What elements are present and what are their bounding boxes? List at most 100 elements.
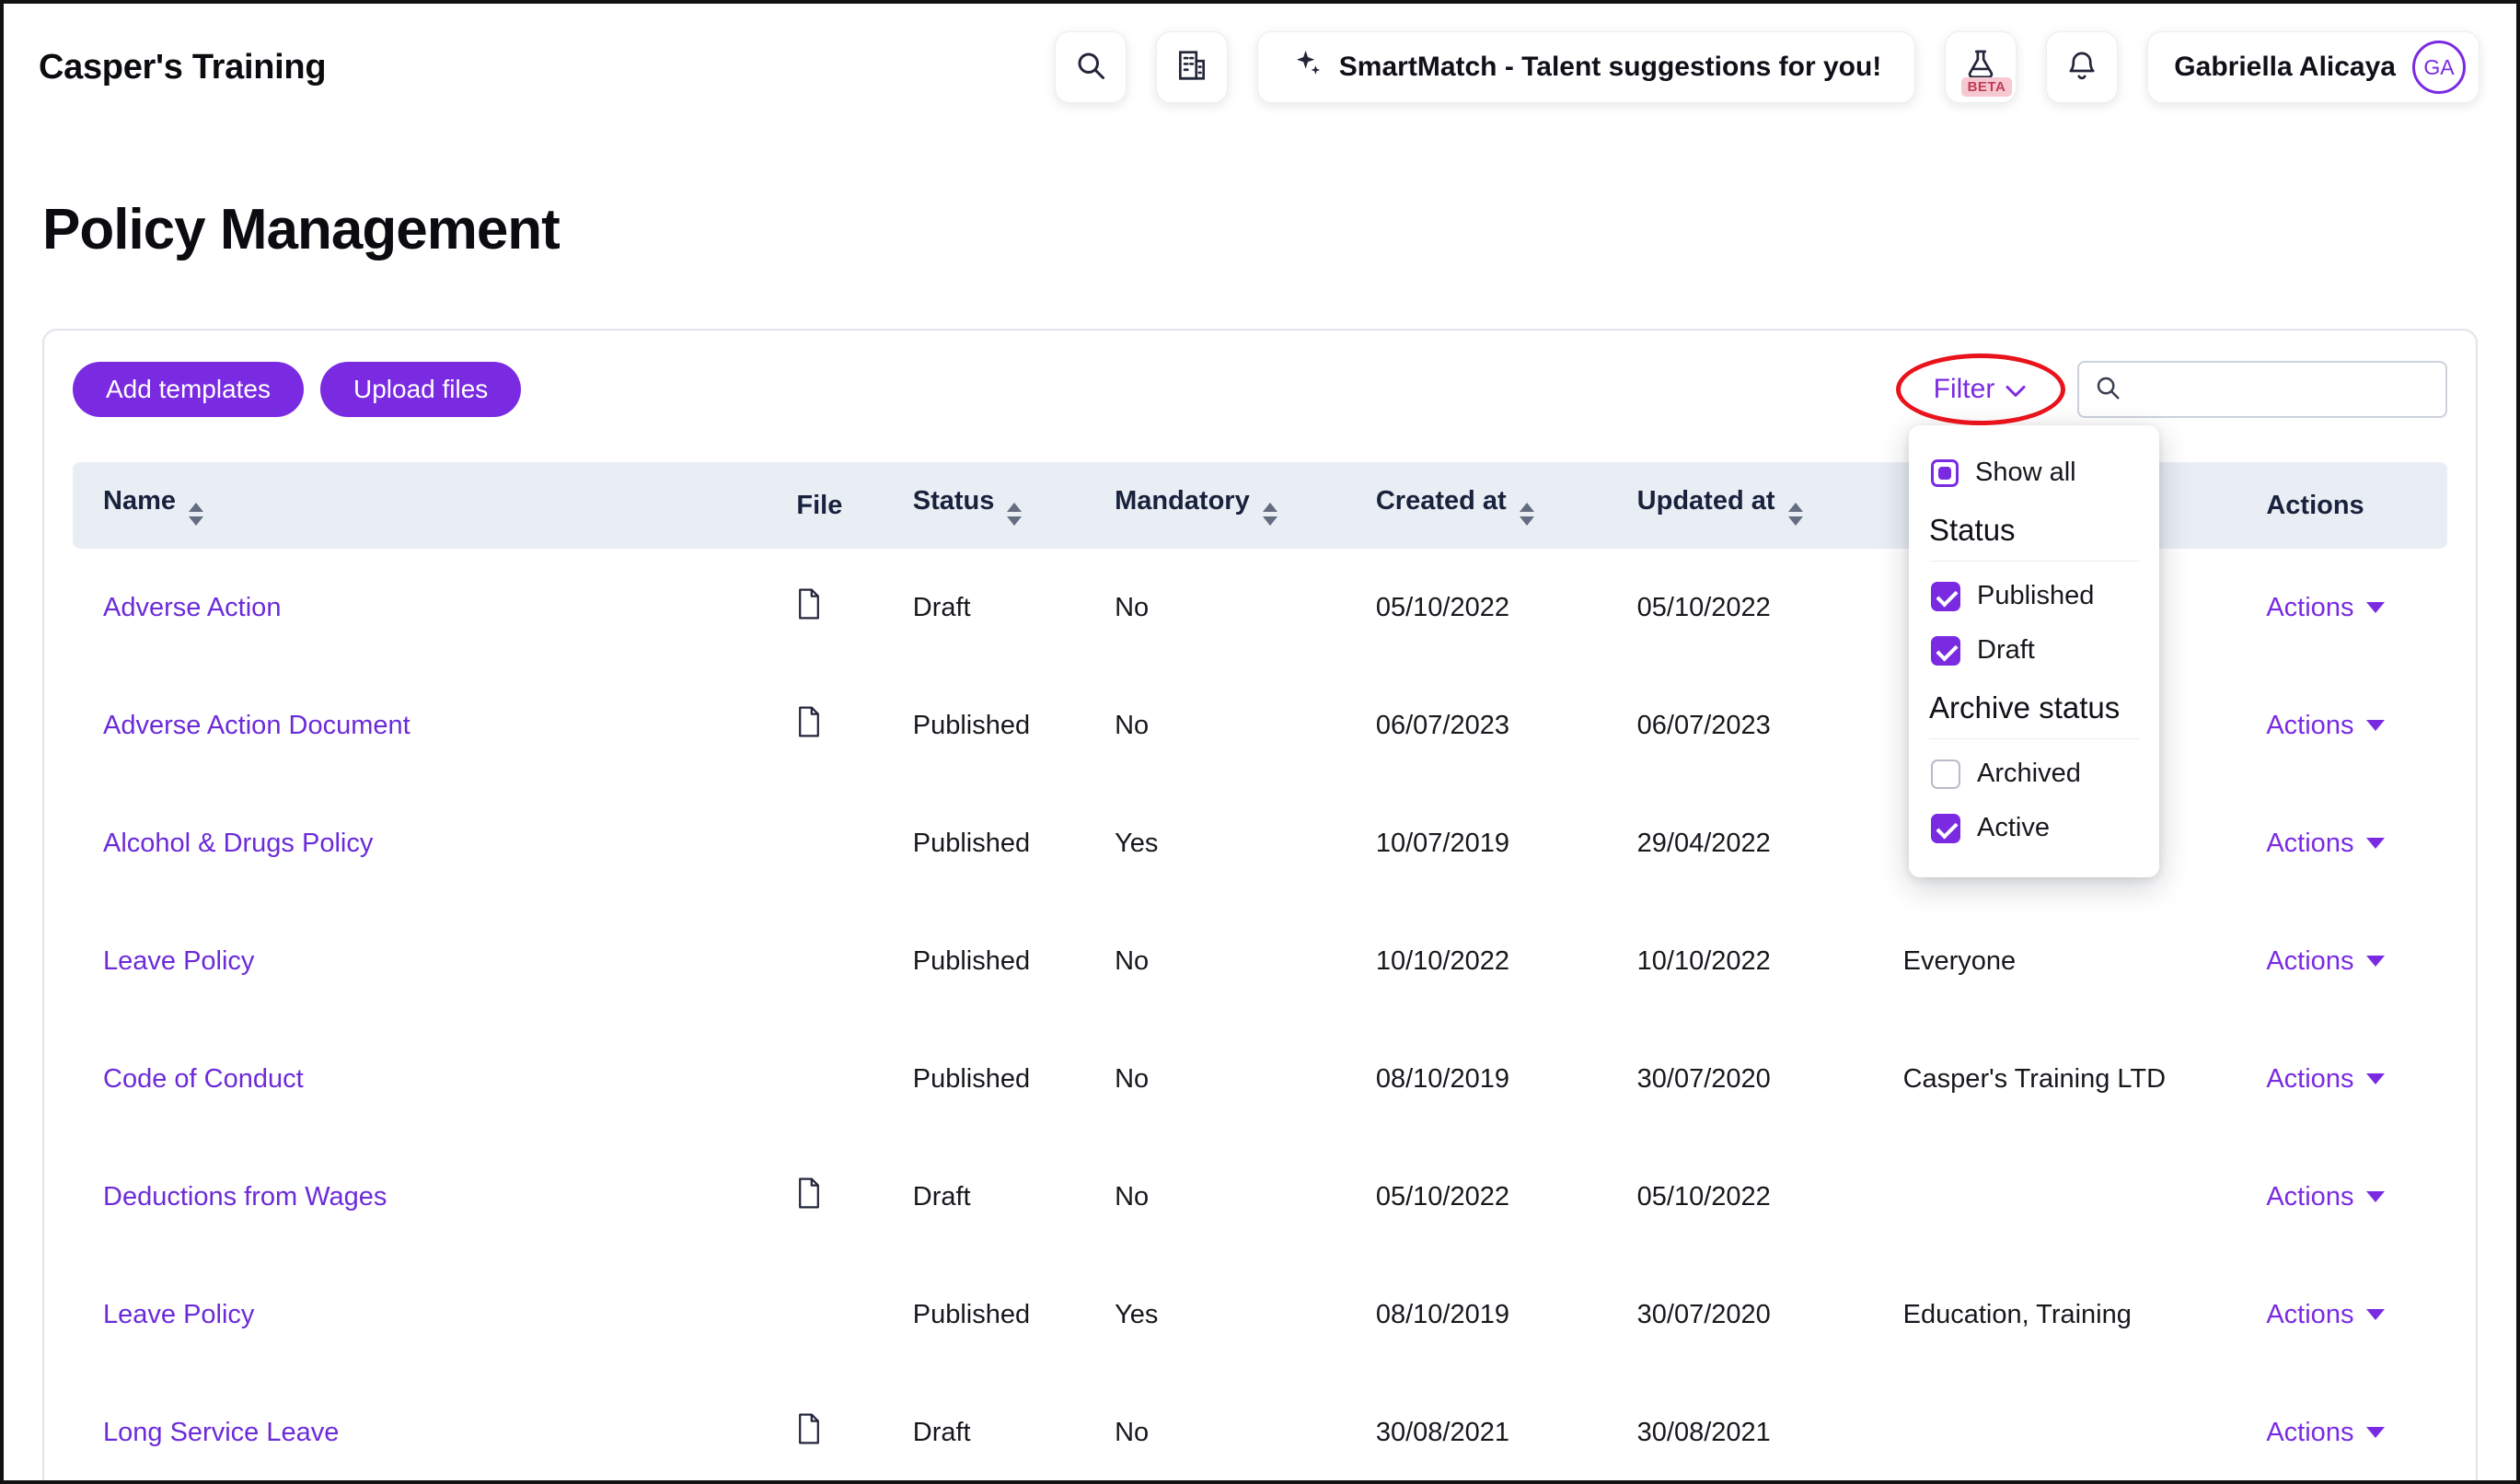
policy-name-link[interactable]: Adverse Action (103, 593, 281, 622)
sort-icon (1788, 503, 1803, 526)
caret-down-icon (2366, 838, 2385, 849)
sparkles-icon (1291, 48, 1323, 87)
policy-name-link[interactable]: Adverse Action Document (103, 711, 410, 740)
caret-down-icon (2366, 1309, 2385, 1320)
checkbox-icon (1931, 814, 1960, 843)
user-avatar: GA (2412, 41, 2466, 94)
user-menu-button[interactable]: Gabriella Alicaya GA (2147, 31, 2480, 103)
policy-name-link[interactable]: Leave Policy (103, 946, 254, 976)
filter-button-label: Filter (1934, 374, 1995, 405)
filter-section-heading: Status (1929, 513, 2139, 562)
organisation-switcher-button[interactable] (1156, 31, 1228, 103)
created-at-cell: 08/10/2019 (1346, 1256, 1607, 1374)
created-at-cell: 08/10/2019 (1346, 1020, 1607, 1138)
row-actions-button[interactable]: Actions (2266, 593, 2385, 623)
created-at-cell: 10/07/2019 (1346, 784, 1607, 902)
beta-labs-button[interactable]: BETA (1945, 31, 2017, 103)
filter-option-archived[interactable]: Archived (1909, 747, 2159, 801)
caret-down-icon (2366, 956, 2385, 967)
sort-icon (189, 503, 203, 526)
file-icon (796, 1413, 822, 1444)
global-search-button[interactable] (1055, 31, 1127, 103)
building-icon (1174, 48, 1209, 87)
filter-option-label: Active (1977, 813, 2050, 843)
status-cell: Draft (883, 549, 1084, 667)
row-actions-button[interactable]: Actions (2266, 711, 2385, 741)
table-search-input[interactable] (2134, 375, 2431, 404)
mandatory-cell: No (1084, 1138, 1346, 1256)
row-actions-button[interactable]: Actions (2266, 829, 2385, 859)
topbar: Casper's Training SmartMatch - Talent su… (4, 4, 2516, 131)
policy-name-link[interactable]: Deductions from Wages (103, 1182, 387, 1212)
notifications-button[interactable] (2046, 31, 2118, 103)
updated-at-cell: 06/07/2023 (1607, 667, 1873, 784)
row-actions-button[interactable]: Actions (2266, 1182, 2385, 1212)
radio-selected-icon (1931, 459, 1959, 487)
row-actions-button[interactable]: Actions (2266, 1300, 2385, 1330)
mandatory-cell: Yes (1084, 1256, 1346, 1374)
created-at-cell: 06/07/2023 (1346, 667, 1607, 784)
filter-option-published[interactable]: Published (1909, 569, 2159, 623)
search-icon (2094, 374, 2121, 406)
sort-icon (1007, 503, 1022, 526)
column-header-name[interactable]: Name (73, 462, 766, 549)
mandatory-cell: No (1084, 1020, 1346, 1138)
mandatory-cell: Yes (1084, 784, 1346, 902)
column-header-mandatory[interactable]: Mandatory (1084, 462, 1346, 549)
toolbar-left: Add templates Upload files (73, 362, 521, 417)
filter-wrap: Filter Show all Status Published Draf (1924, 362, 2036, 417)
row-actions-button[interactable]: Actions (2266, 1418, 2385, 1448)
policy-name-link[interactable]: Code of Conduct (103, 1064, 304, 1094)
table-toolbar: Add templates Upload files Filter (73, 361, 2447, 418)
updated-at-cell: 05/10/2022 (1607, 1138, 1873, 1256)
filter-option-label: Draft (1977, 635, 2035, 666)
policy-name-link[interactable]: Long Service Leave (103, 1418, 339, 1447)
smartmatch-button[interactable]: SmartMatch - Talent suggestions for you! (1257, 31, 1916, 103)
table-row: Leave Policy Published Yes 08/10/2019 30… (73, 1256, 2447, 1374)
mandatory-cell: No (1084, 902, 1346, 1020)
filter-option-draft[interactable]: Draft (1909, 623, 2159, 678)
updated-at-cell: 10/10/2022 (1607, 902, 1873, 1020)
column-header-created-at[interactable]: Created at (1346, 462, 1607, 549)
filter-option-label: Published (1977, 581, 2094, 611)
file-icon (796, 588, 822, 620)
created-at-cell: 10/10/2022 (1346, 902, 1607, 1020)
chevron-down-icon (2006, 374, 2026, 405)
bell-icon (2064, 48, 2099, 87)
policy-name-link[interactable]: Leave Policy (103, 1300, 254, 1329)
filter-option-active[interactable]: Active (1909, 801, 2159, 855)
filter-option-show-all[interactable]: Show all (1909, 446, 2159, 500)
column-header-status[interactable]: Status (883, 462, 1084, 549)
row-actions-button[interactable]: Actions (2266, 1064, 2385, 1095)
upload-files-button[interactable]: Upload files (320, 362, 521, 417)
mandatory-cell: No (1084, 667, 1346, 784)
table-row: Long Service Leave Draft No 30/08/2021 3… (73, 1374, 2447, 1484)
smartmatch-label: SmartMatch - Talent suggestions for you! (1339, 52, 1882, 83)
filter-dropdown-menu: Show all Status Published Draft Archive … (1909, 425, 2159, 877)
created-at-cell: 30/08/2021 (1346, 1374, 1607, 1484)
filter-option-label: Archived (1977, 759, 2081, 789)
filter-button[interactable]: Filter (1924, 362, 2036, 417)
updated-at-cell: 30/07/2020 (1607, 1256, 1873, 1374)
status-cell: Published (883, 1020, 1084, 1138)
status-cell: Published (883, 1256, 1084, 1374)
app-window: Casper's Training SmartMatch - Talent su… (0, 0, 2520, 1484)
file-icon (796, 1177, 822, 1209)
status-cell: Published (883, 784, 1084, 902)
checkbox-icon (1931, 759, 1960, 789)
policy-name-link[interactable]: Alcohol & Drugs Policy (103, 829, 373, 858)
file-icon (796, 706, 822, 737)
add-templates-button[interactable]: Add templates (73, 362, 304, 417)
updated-at-cell: 30/08/2021 (1607, 1374, 1873, 1484)
filter-option-label: Show all (1975, 458, 2076, 488)
filter-section-heading: Archive status (1929, 690, 2139, 739)
status-cell: Draft (883, 1138, 1084, 1256)
row-actions-button[interactable]: Actions (2266, 946, 2385, 977)
caret-down-icon (2366, 720, 2385, 731)
applies-to-cell (1873, 1374, 2237, 1484)
mandatory-cell: No (1084, 549, 1346, 667)
table-row: Code of Conduct Published No 08/10/2019 … (73, 1020, 2447, 1138)
column-header-updated-at[interactable]: Updated at (1607, 462, 1873, 549)
status-cell: Published (883, 667, 1084, 784)
sort-icon (1520, 503, 1534, 526)
